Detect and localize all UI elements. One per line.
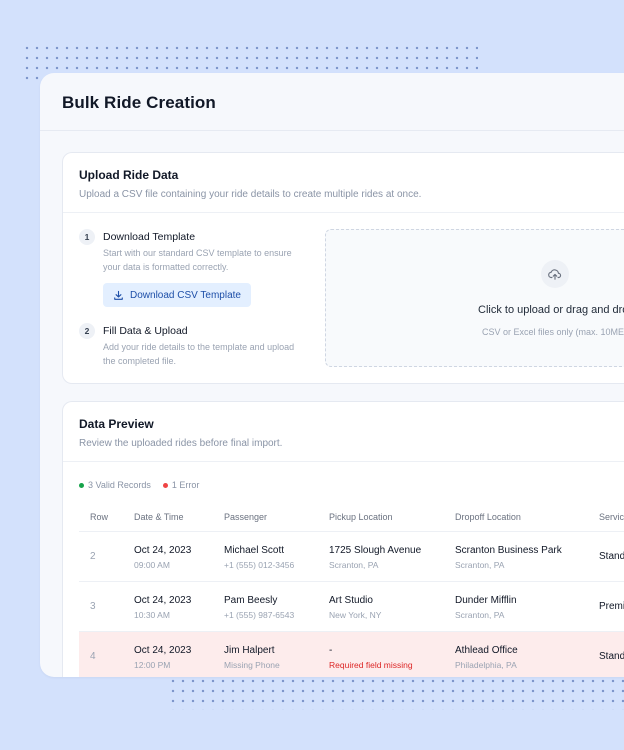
preview-card-title: Data Preview: [79, 417, 154, 431]
dropzone-hint: CSV or Excel files only (max. 10ME: [482, 327, 624, 337]
validation-summary: 3 Valid Records 1 Error: [79, 480, 199, 490]
step-fill-upload: 2 Fill Data & Upload Add your ride detai…: [79, 323, 309, 368]
dropoff-address: Dunder Mifflin: [455, 595, 517, 606]
service-cell: Premi: [599, 601, 624, 612]
ride-date: Oct 24, 2023: [134, 595, 192, 606]
ride-time: 09:00 AM: [134, 560, 170, 570]
row-number: 2: [90, 551, 96, 562]
step-number: 1: [79, 229, 95, 245]
column-header-date: Date & Time: [134, 511, 184, 522]
pickup-address: -: [329, 645, 333, 656]
dropoff-city: Scranton, PA: [455, 560, 505, 570]
page-title: Bulk Ride Creation: [62, 93, 216, 112]
preview-card-subtitle: Review the uploaded rides before final i…: [79, 438, 283, 449]
dropoff-cell: Athlead Office Philadelphia, PA: [455, 632, 599, 677]
error-dot-icon: [162, 482, 168, 488]
step-download-template: 1 Download Template Start with our stand…: [79, 229, 309, 307]
valid-records-label: 3 Valid Records: [88, 480, 151, 490]
pickup-city: New York, NY: [329, 610, 382, 620]
dropzone-title: Click to upload or drag and dro: [478, 304, 624, 316]
ride-time: 12:00 PM: [134, 660, 171, 670]
pickup-cell: - Required field missing: [329, 632, 455, 677]
pickup-cell: Art Studio New York, NY: [329, 582, 455, 631]
column-header-pickup: Pickup Location: [329, 511, 393, 522]
ride-time: 10:30 AM: [134, 610, 170, 620]
column-header-service: Servic: [599, 511, 624, 522]
column-header-passenger: Passenger: [224, 511, 268, 522]
dropoff-city: Scranton, PA: [455, 610, 505, 620]
column-header-dropoff: Dropoff Location: [455, 511, 521, 522]
pickup-cell: 1725 Slough Avenue Scranton, PA: [329, 532, 455, 581]
valid-dot-icon: [79, 482, 84, 488]
step-description: Start with our standard CSV template to …: [103, 248, 292, 272]
pickup-address: 1725 Slough Avenue: [329, 545, 422, 556]
decorative-dots-bottom: [168, 676, 624, 710]
pickup-city: Scranton, PA: [329, 560, 379, 570]
passenger-name: Michael Scott: [224, 545, 285, 556]
row-number: 4: [90, 651, 96, 662]
passenger-cell: Michael Scott +1 (555) 012-3456: [224, 532, 329, 581]
dropoff-cell: Scranton Business Park Scranton, PA: [455, 532, 599, 581]
upload-card-subtitle: Upload a CSV file containing your ride d…: [79, 189, 422, 200]
passenger-name: Jim Halpert: [224, 645, 275, 656]
upload-steps: 1 Download Template Start with our stand…: [79, 229, 309, 383]
step-title: Fill Data & Upload: [103, 325, 188, 337]
passenger-name: Pam Beesly: [224, 595, 278, 606]
upload-cloud-icon: [541, 260, 569, 288]
passenger-cell: Pam Beesly +1 (555) 987-6543: [224, 582, 329, 631]
table-header: Row Date & Time Passenger Pickup Locatio…: [79, 502, 624, 532]
table-row[interactable]: 2 Oct 24, 2023 09:00 AM Michael Scott +1…: [79, 532, 624, 582]
data-preview-card: Data Preview Review the uploaded rides b…: [62, 401, 624, 677]
upload-card-title: Upload Ride Data: [79, 168, 179, 182]
file-dropzone[interactable]: Click to upload or drag and dro CSV or E…: [325, 229, 624, 367]
passenger-phone: +1 (555) 012-3456: [224, 560, 295, 570]
service-cell: Stand: [599, 551, 624, 562]
download-csv-template-button[interactable]: Download CSV Template: [103, 283, 251, 307]
table-row-error[interactable]: 4 Oct 24, 2023 12:00 PM Jim Halpert Miss…: [79, 632, 624, 677]
pickup-error-message: Required field missing: [329, 660, 413, 670]
date-cell: Oct 24, 2023 12:00 PM: [134, 632, 224, 677]
step-number: 2: [79, 323, 95, 339]
error-status: 1 Error: [162, 480, 200, 490]
date-cell: Oct 24, 2023 09:00 AM: [134, 532, 224, 581]
dropoff-address: Scranton Business Park: [455, 545, 562, 556]
passenger-phone: +1 (555) 987-6543: [224, 610, 295, 620]
pickup-address: Art Studio: [329, 595, 373, 606]
download-icon: [114, 290, 123, 300]
dropoff-cell: Dunder Mifflin Scranton, PA: [455, 582, 599, 631]
upload-card-header: Upload Ride Data Upload a CSV file conta…: [63, 153, 624, 213]
download-button-label: Download CSV Template: [130, 289, 241, 301]
step-description: Add your ride details to the template an…: [103, 342, 295, 366]
window-header: Bulk Ride Creation: [40, 73, 624, 131]
ride-date: Oct 24, 2023: [134, 645, 192, 656]
dropoff-city: Philadelphia, PA: [455, 660, 517, 670]
app-window: Bulk Ride Creation Upload Ride Data Uplo…: [40, 73, 624, 677]
row-number: 3: [90, 601, 96, 612]
step-title: Download Template: [103, 231, 196, 243]
passenger-cell: Jim Halpert Missing Phone: [224, 632, 329, 677]
date-cell: Oct 24, 2023 10:30 AM: [134, 582, 224, 631]
preview-card-header: Data Preview Review the uploaded rides b…: [63, 402, 624, 462]
table-row[interactable]: 3 Oct 24, 2023 10:30 AM Pam Beesly +1 (5…: [79, 582, 624, 632]
ride-date: Oct 24, 2023: [134, 545, 192, 556]
passenger-phone: Missing Phone: [224, 660, 280, 670]
valid-records-status: 3 Valid Records: [79, 480, 151, 490]
error-label: 1 Error: [171, 480, 200, 490]
dropoff-address: Athlead Office: [455, 645, 518, 656]
upload-ride-data-card: Upload Ride Data Upload a CSV file conta…: [62, 152, 624, 384]
column-header-row: Row: [90, 511, 109, 522]
preview-table: Row Date & Time Passenger Pickup Locatio…: [79, 502, 624, 677]
service-cell: Stand: [599, 651, 624, 662]
